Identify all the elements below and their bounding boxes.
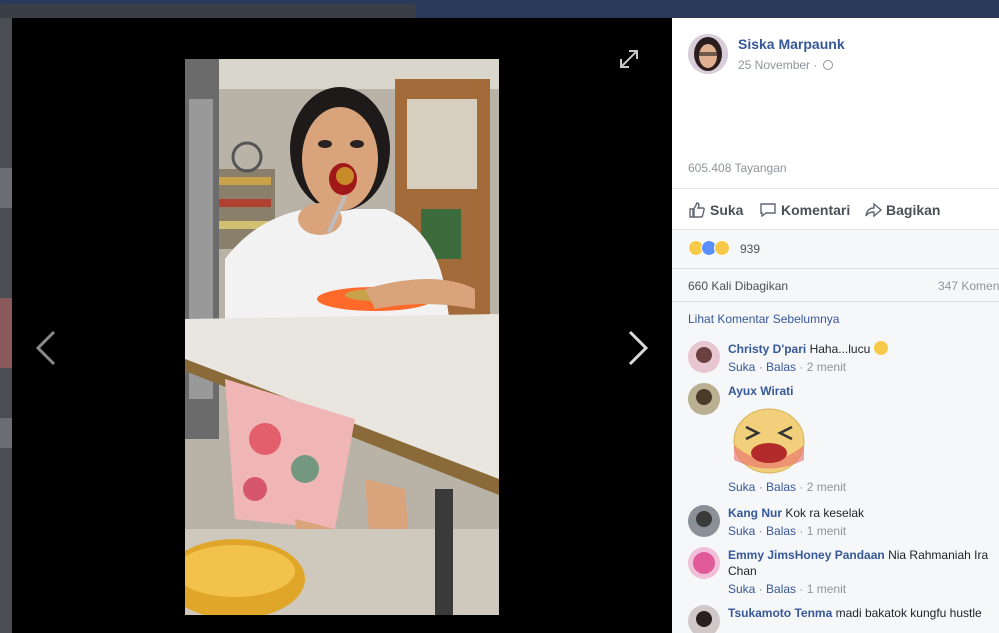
meta-separator: · xyxy=(796,524,807,538)
comment-time[interactable]: 1 menit xyxy=(807,524,846,538)
previous-arrow-icon[interactable] xyxy=(34,330,58,366)
meta-separator: · xyxy=(796,480,807,494)
commenter-name[interactable]: Kang Nur xyxy=(728,506,782,520)
comment-time[interactable]: 1 menit xyxy=(807,582,846,596)
background-search-bar xyxy=(0,4,416,18)
comment-like-link[interactable]: Suka xyxy=(728,360,755,374)
commenter-avatar[interactable] xyxy=(688,547,720,579)
comment-reply-link[interactable]: Balas xyxy=(766,480,796,494)
comment-reply-link[interactable]: Balas xyxy=(766,524,796,538)
comment-text: Kok ra keselak xyxy=(785,506,865,520)
author-avatar[interactable] xyxy=(688,34,728,74)
view-previous-comments-link[interactable]: Lihat Komentar Sebelumnya xyxy=(688,312,839,326)
thumbs-up-icon xyxy=(689,202,705,218)
comment-like-link[interactable]: Suka xyxy=(728,524,755,538)
comment-like-link[interactable]: Suka xyxy=(728,480,755,494)
share-count[interactable]: 660 Kali Dibagikan xyxy=(688,279,788,293)
meta-separator: · xyxy=(755,480,767,494)
comment-text: Haha...lucu xyxy=(809,342,871,356)
reaction-count: 939 xyxy=(740,242,761,256)
meta-separator: · xyxy=(796,360,807,374)
meta-separator: · xyxy=(755,360,767,374)
background-page xyxy=(0,18,12,633)
video-stage xyxy=(12,18,672,633)
like-label: Suka xyxy=(710,202,744,218)
next-arrow-icon[interactable] xyxy=(626,330,650,366)
post-date-text: 25 November · xyxy=(738,58,818,72)
video-frame-image xyxy=(185,59,499,615)
meta-separator: · xyxy=(755,524,767,538)
share-button[interactable]: Bagikan xyxy=(864,200,940,220)
commenter-name[interactable]: Tsukamoto Tenma xyxy=(728,606,832,620)
video-player[interactable] xyxy=(185,59,499,615)
laughing-emoji-icon xyxy=(873,341,888,355)
comment-like-link[interactable]: Suka xyxy=(728,582,755,596)
action-bar: Suka Komentari Bagikan xyxy=(672,188,999,230)
comment-icon xyxy=(760,203,776,218)
comment-time[interactable]: 2 menit xyxy=(807,360,846,374)
meta-separator: · xyxy=(796,582,807,596)
post-date[interactable]: 25 November · xyxy=(738,58,833,72)
comment-reply-link[interactable]: Balas xyxy=(766,582,796,596)
laughing-sticker-icon[interactable] xyxy=(732,405,806,475)
commenter-avatar[interactable] xyxy=(688,505,720,537)
view-count: 605.408 Tayangan xyxy=(688,161,787,175)
expand-icon[interactable] xyxy=(618,48,640,70)
comment-text: madi bakatok kungfu hustle xyxy=(835,606,982,620)
commenter-name[interactable]: Emmy JimsHoney Pandaan xyxy=(728,548,885,562)
comment-reply-link[interactable]: Balas xyxy=(766,360,796,374)
share-label: Bagikan xyxy=(886,202,941,218)
globe-icon xyxy=(822,60,833,70)
comment-label: Komentari xyxy=(781,202,851,218)
commenter-name[interactable]: Ayux Wirati xyxy=(728,384,793,398)
divider xyxy=(672,301,999,302)
like-button[interactable]: Suka xyxy=(688,200,743,220)
commenter-avatar[interactable] xyxy=(688,383,720,415)
commenter-avatar[interactable] xyxy=(688,341,720,373)
commenter-name[interactable]: Christy D'pari xyxy=(728,342,806,356)
commenter-avatar[interactable] xyxy=(688,605,720,633)
author-name[interactable]: Siska Marpaunk xyxy=(738,36,845,52)
post-panel: Siska Marpaunk 25 November · 605.408 Tay… xyxy=(672,18,999,633)
wow-icon xyxy=(714,240,730,256)
comment-time[interactable]: 2 menit xyxy=(807,480,846,494)
comment-button[interactable]: Komentari xyxy=(759,200,850,220)
share-arrow-icon xyxy=(865,202,883,218)
meta-separator: · xyxy=(755,582,767,596)
comment-count[interactable]: 347 Komen xyxy=(938,279,999,293)
divider xyxy=(672,268,999,269)
